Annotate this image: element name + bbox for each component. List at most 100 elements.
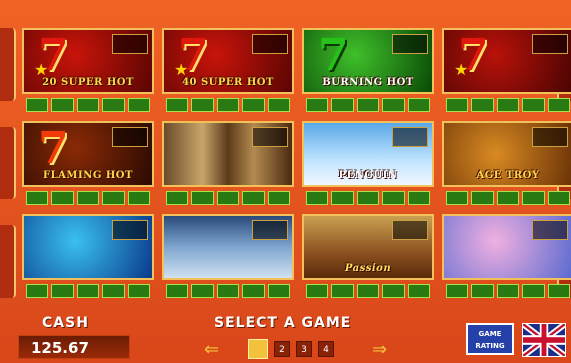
select-game-label: SELECT A GAME — [214, 315, 352, 331]
bet-button[interactable] — [446, 284, 469, 298]
bet-buttons — [26, 98, 151, 112]
rating-line-2: RATING — [475, 342, 505, 350]
bet-button[interactable] — [191, 98, 214, 112]
bet-button[interactable] — [407, 191, 431, 205]
bet-button[interactable] — [267, 191, 291, 205]
bet-button[interactable] — [547, 191, 571, 205]
game-title: BURNING HOT — [322, 77, 414, 88]
bet-button[interactable] — [382, 98, 405, 112]
bet-button[interactable] — [382, 191, 405, 205]
game-tile-ocean[interactable] — [22, 214, 154, 300]
star-icon: ★ — [454, 60, 469, 79]
bet-button[interactable] — [166, 284, 189, 298]
bet-button[interactable] — [267, 98, 291, 112]
bet-button[interactable] — [26, 191, 49, 205]
bet-button[interactable] — [242, 98, 265, 112]
bet-button[interactable] — [127, 98, 151, 112]
jackpot-cards — [392, 34, 428, 54]
game-art: 7 FLAMING HOT — [22, 121, 154, 187]
bet-button[interactable] — [26, 284, 49, 298]
bet-button[interactable] — [306, 98, 329, 112]
bet-button[interactable] — [306, 191, 329, 205]
game-grid: 7 ★ 20 SUPER HOT 7 ★ 40 SUPER HOT 7 BURN… — [22, 28, 571, 300]
game-tile-flaming-hot[interactable]: 7 FLAMING HOT — [22, 121, 154, 207]
bet-button[interactable] — [356, 98, 380, 112]
game-tile-penguin[interactable]: PENGUIN — [302, 121, 434, 207]
game-title: FLAMING HOT — [43, 170, 133, 181]
bet-button[interactable] — [547, 98, 571, 112]
bet-button[interactable] — [76, 98, 100, 112]
bet-button[interactable] — [331, 284, 354, 298]
bet-button[interactable] — [407, 98, 431, 112]
bet-button[interactable] — [127, 191, 151, 205]
bet-buttons — [446, 98, 571, 112]
cash-display: 125.67 — [18, 335, 130, 359]
bet-button[interactable] — [356, 284, 380, 298]
bet-buttons — [26, 191, 151, 205]
bet-button[interactable] — [267, 284, 291, 298]
jackpot-cards — [392, 220, 428, 240]
page-button-3[interactable]: 3 — [296, 341, 312, 357]
game-tile-age-of-troy[interactable]: AGE TROY — [442, 121, 571, 207]
game-tile-warriors[interactable] — [162, 121, 294, 207]
bet-button[interactable] — [306, 284, 329, 298]
bet-button[interactable] — [166, 191, 189, 205]
bet-button[interactable] — [356, 191, 380, 205]
bet-button[interactable] — [522, 284, 545, 298]
bet-buttons — [166, 98, 291, 112]
game-art: AGE TROY — [442, 121, 571, 187]
bet-button[interactable] — [496, 191, 520, 205]
page-button-2[interactable]: 2 — [274, 341, 290, 357]
game-title: PENGUIN — [338, 170, 398, 181]
game-tile-40-super-hot[interactable]: 7 ★ 40 SUPER HOT — [162, 28, 294, 114]
bet-button[interactable] — [522, 191, 545, 205]
bet-button[interactable] — [242, 284, 265, 298]
bet-button[interactable] — [382, 284, 405, 298]
game-rating-button[interactable]: GAME RATING — [466, 323, 514, 355]
bet-button[interactable] — [496, 98, 520, 112]
game-tile-burning-hot[interactable]: 7 BURNING HOT — [302, 28, 434, 114]
bet-button[interactable] — [166, 98, 189, 112]
bet-button[interactable] — [102, 191, 125, 205]
bet-button[interactable] — [51, 98, 74, 112]
bet-button[interactable] — [127, 284, 151, 298]
game-art: 7 BURNING HOT — [302, 28, 434, 94]
bet-button[interactable] — [216, 191, 240, 205]
arrow-left-icon[interactable]: ⇐ — [204, 341, 219, 359]
bet-button[interactable] — [51, 191, 74, 205]
bet-button[interactable] — [407, 284, 431, 298]
game-tile-dream[interactable] — [442, 214, 571, 300]
game-tile-7s[interactable]: 7 ★ — [442, 28, 571, 114]
game-art: 7 ★ — [442, 28, 571, 94]
page-button-1[interactable]: 1 — [248, 339, 268, 359]
bet-button[interactable] — [76, 284, 100, 298]
bet-button[interactable] — [471, 191, 494, 205]
game-tile-viking[interactable] — [162, 214, 294, 300]
bet-button[interactable] — [76, 191, 100, 205]
page-button-4[interactable]: 4 — [318, 341, 334, 357]
bet-button[interactable] — [496, 284, 520, 298]
game-tile-passion[interactable]: Passion — [302, 214, 434, 300]
bet-button[interactable] — [26, 98, 49, 112]
game-tile-20-super-hot[interactable]: 7 ★ 20 SUPER HOT — [22, 28, 154, 114]
bet-button[interactable] — [331, 98, 354, 112]
page-selector: 1 2 3 4 — [248, 339, 334, 359]
bet-button[interactable] — [471, 98, 494, 112]
bet-button[interactable] — [471, 284, 494, 298]
arrow-right-icon[interactable]: ⇒ — [372, 341, 387, 359]
bet-button[interactable] — [102, 284, 125, 298]
bet-button[interactable] — [191, 284, 214, 298]
bet-button[interactable] — [216, 284, 240, 298]
bet-button[interactable] — [446, 98, 469, 112]
bet-button[interactable] — [216, 98, 240, 112]
uk-flag-icon[interactable] — [522, 323, 566, 357]
bet-button[interactable] — [51, 284, 74, 298]
bet-button[interactable] — [446, 191, 469, 205]
bet-button[interactable] — [547, 284, 571, 298]
bet-button[interactable] — [331, 191, 354, 205]
bet-button[interactable] — [522, 98, 545, 112]
bet-button[interactable] — [102, 98, 125, 112]
jackpot-cards — [252, 220, 288, 240]
bet-button[interactable] — [191, 191, 214, 205]
bet-button[interactable] — [242, 191, 265, 205]
